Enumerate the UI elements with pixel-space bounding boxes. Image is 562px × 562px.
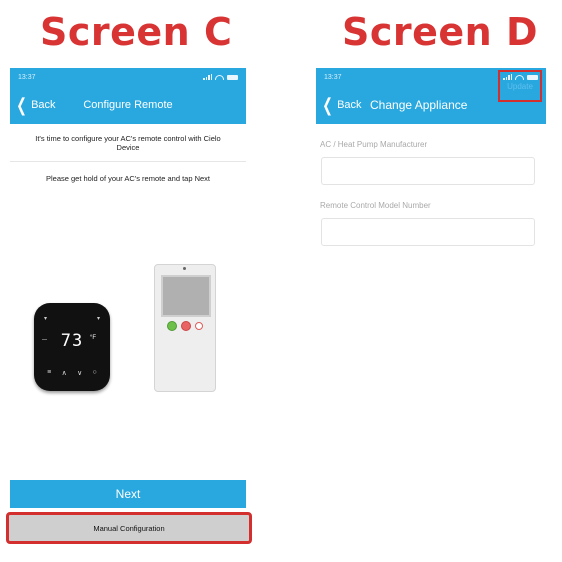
status-bar: 13:37 (10, 68, 246, 86)
temperature-display: 73 (60, 331, 84, 351)
ac-remote-image (154, 264, 216, 392)
configure-remote-screen: 13:37 ❮ Back Configure Remote It's time … (6, 68, 252, 544)
instruction-text: Please get hold of your AC's remote and … (45, 173, 211, 183)
remote-button-green (167, 321, 177, 331)
status-time: 13:37 (18, 73, 36, 81)
remote-indicator (183, 267, 186, 270)
page-title: Configure Remote (83, 99, 173, 111)
screen-c-heading: Screen C (40, 10, 233, 54)
signal-icon (203, 74, 212, 80)
update-button[interactable]: Update (498, 70, 542, 102)
battery-icon (227, 74, 238, 80)
wifi-icon: ▾ (96, 316, 100, 322)
chevron-left-icon: ❮ (16, 95, 27, 115)
back-button[interactable]: ❮ Back (320, 86, 362, 124)
remote-button-red (181, 321, 191, 331)
page-title: Change Appliance (370, 98, 468, 112)
change-appliance-screen: 13:37 ❮ Back Change Appliance Update AC … (316, 68, 546, 268)
remote-model-input[interactable] (321, 218, 535, 246)
next-button[interactable]: Next (10, 480, 246, 508)
remote-model-label: Remote Control Model Number (320, 201, 431, 210)
nav-bar: ❮ Back Configure Remote (10, 86, 246, 124)
back-label: Back (337, 99, 362, 111)
intro-text: It's time to configure your AC's remote … (10, 124, 246, 162)
temperature-unit: °F (89, 335, 96, 341)
wifi-icon: ▾ (44, 316, 48, 322)
manual-configuration-button[interactable]: Manual Configuration (6, 512, 252, 544)
status-time: 13:37 (324, 73, 342, 81)
back-label: Back (31, 99, 56, 111)
power-icon: ○ (92, 369, 97, 376)
thermostat-buttons: ≡ ∧ ∨ ○ (34, 369, 110, 377)
remote-display (161, 275, 211, 317)
remote-button-power (195, 322, 203, 330)
screen-d-heading: Screen D (342, 10, 539, 54)
wifi-icon (215, 74, 224, 80)
chevron-up-icon: ∧ (61, 370, 67, 377)
back-button[interactable]: ❮ Back (14, 86, 56, 124)
chevron-left-icon: ❮ (322, 95, 333, 115)
manufacturer-label: AC / Heat Pump Manufacturer (320, 140, 428, 149)
chevron-down-icon: ∨ (77, 370, 83, 377)
cielo-device-image: ▾ ▾ — 73 °F ≡ ∧ ∨ ○ (34, 303, 110, 391)
menu-icon: ≡ (47, 369, 52, 376)
manufacturer-input[interactable] (321, 157, 535, 185)
nav-bar: ❮ Back Change Appliance Update (316, 70, 546, 124)
